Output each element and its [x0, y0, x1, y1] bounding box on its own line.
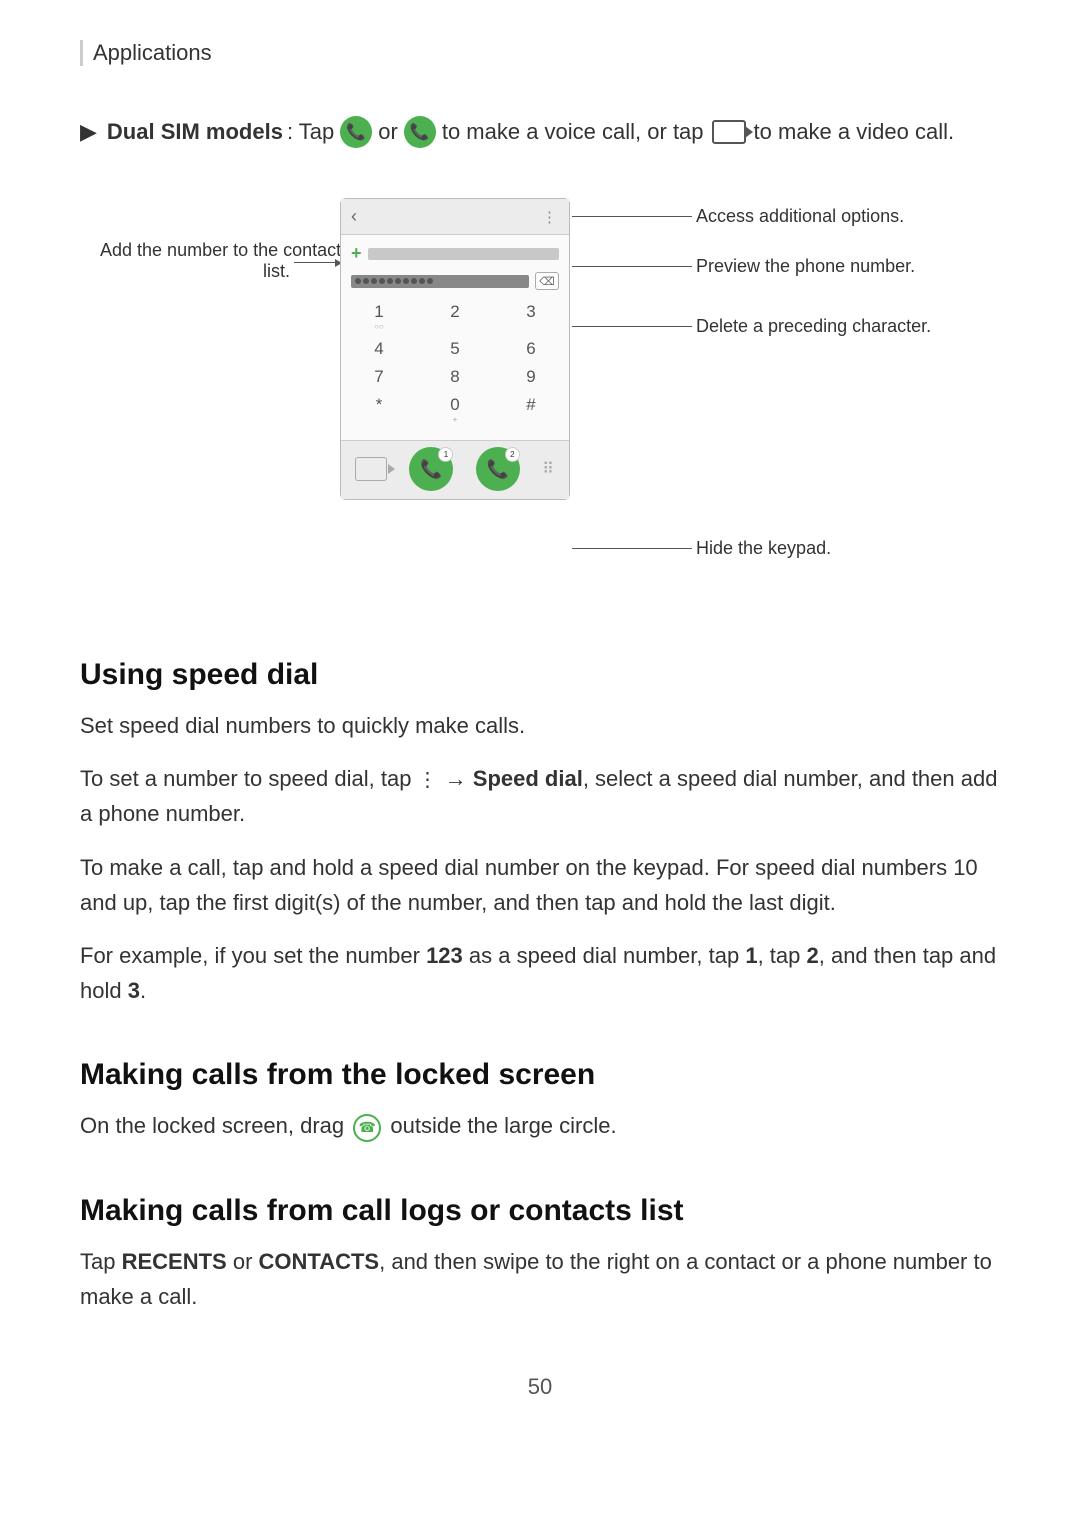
- more-options-icon: ⋮: [542, 208, 559, 226]
- ann-line-hide: [572, 548, 692, 549]
- page-number: 50: [80, 1374, 1000, 1400]
- key-7[interactable]: 7: [351, 367, 407, 387]
- dual-sim-prefix: ▶: [80, 119, 97, 145]
- section-para-speed-dial-1: Set speed dial numbers to quickly make c…: [80, 708, 1000, 743]
- lock-drag-icon: ☎: [353, 1114, 381, 1142]
- section-para-locked: On the locked screen, drag ☎ outside the…: [80, 1108, 1000, 1143]
- video-call-button[interactable]: [355, 457, 387, 481]
- top-label: Applications: [80, 40, 1000, 66]
- dual-sim-bold: Dual SIM models: [107, 119, 283, 145]
- key-6[interactable]: 6: [503, 339, 559, 359]
- digit-dot-7: [403, 278, 409, 284]
- key-9[interactable]: 9: [503, 367, 559, 387]
- annotation-options: Access additional options.: [696, 206, 904, 227]
- add-contact-icon: +: [351, 243, 362, 264]
- video-icon: [712, 120, 746, 144]
- number-display-row: +: [341, 235, 569, 268]
- key-star[interactable]: *: [351, 395, 407, 424]
- ann-line-options: [572, 216, 692, 217]
- keypad-row-3: 7 8 9: [351, 367, 559, 387]
- digit-dot-6: [395, 278, 401, 284]
- input-row: ⌫: [341, 268, 569, 298]
- key-8[interactable]: 8: [427, 367, 483, 387]
- annotation-preview: Preview the phone number.: [696, 256, 915, 277]
- digit-dot-10: [427, 278, 433, 284]
- digit-dot-4: [379, 278, 385, 284]
- video-btn-arrow: [388, 464, 395, 474]
- annotation-add-number: Add the number to the contactslist.: [100, 240, 290, 282]
- entered-digits: [351, 275, 529, 288]
- ann-line-delete: [572, 326, 692, 327]
- call-button-sim1[interactable]: 📞 1: [409, 447, 453, 491]
- call-icon-green-1: 📞: [340, 116, 372, 148]
- phone-top-bar: ‹ ⋮: [341, 199, 569, 235]
- digit-dot-1: [355, 278, 361, 284]
- phone-mockup: ‹ ⋮ +: [340, 198, 570, 500]
- phone-diagram: Add the number to the contactslist. ‹ ⋮ …: [100, 188, 980, 608]
- page: Applications ▶ Dual SIM models : Tap 📞 o…: [0, 0, 1080, 1527]
- key-5[interactable]: 5: [427, 339, 483, 359]
- ann-line-preview: [572, 266, 692, 267]
- phone-bottom-bar: 📞 1 📞 2 ⠿: [341, 440, 569, 499]
- keypad-toggle-icon[interactable]: ⠿: [542, 459, 555, 479]
- keypad-row-4: * 0+ #: [351, 395, 559, 424]
- sim2-badge: 2: [505, 447, 520, 462]
- key-1[interactable]: 1 ○○: [351, 302, 407, 331]
- dual-sim-text2: or: [378, 119, 398, 145]
- digit-dot-3: [371, 278, 377, 284]
- section-title-locked: Making calls from the locked screen: [80, 1058, 1000, 1092]
- number-placeholder-bar: [368, 248, 559, 260]
- call-button-sim2[interactable]: 📞 2: [476, 447, 520, 491]
- dual-sim-text3: to make a voice call, or tap: [442, 119, 704, 145]
- dual-sim-line: ▶ Dual SIM models : Tap 📞 or 📞 to make a…: [80, 116, 1000, 148]
- key-hash[interactable]: #: [503, 395, 559, 424]
- annotation-line-left: [294, 262, 342, 263]
- annotation-add-number-text: Add the number to the contactslist.: [100, 240, 350, 281]
- annotation-hide: Hide the keypad.: [696, 538, 831, 559]
- dual-sim-text4: to make a video call.: [754, 119, 955, 145]
- dual-sim-section: ▶ Dual SIM models : Tap 📞 or 📞 to make a…: [80, 116, 1000, 148]
- section-title-speed-dial: Using speed dial: [80, 658, 1000, 692]
- dual-sim-text1: : Tap: [287, 119, 334, 145]
- call-icon-green-2: 📞: [404, 116, 436, 148]
- section-para-speed-dial-4: For example, if you set the number 123 a…: [80, 938, 1000, 1008]
- digit-dot-9: [419, 278, 425, 284]
- delete-button[interactable]: ⌫: [535, 272, 559, 290]
- key-3[interactable]: 3: [503, 302, 559, 331]
- digit-dot-2: [363, 278, 369, 284]
- sim1-badge: 1: [438, 447, 453, 462]
- section-para-speed-dial-3: To make a call, tap and hold a speed dia…: [80, 850, 1000, 920]
- keypad-row-1: 1 ○○ 2 3: [351, 302, 559, 331]
- keypad-row-2: 4 5 6: [351, 339, 559, 359]
- digit-dot-5: [387, 278, 393, 284]
- back-icon: ‹: [351, 206, 357, 227]
- keypad: 1 ○○ 2 3 4 5 6: [341, 298, 569, 440]
- key-0[interactable]: 0+: [427, 395, 483, 424]
- key-2[interactable]: 2: [427, 302, 483, 331]
- key-4[interactable]: 4: [351, 339, 407, 359]
- annotation-delete: Delete a preceding character.: [696, 316, 931, 337]
- section-title-calllogs: Making calls from call logs or contacts …: [80, 1194, 1000, 1228]
- section-para-calllogs: Tap RECENTS or CONTACTS, and then swipe …: [80, 1244, 1000, 1314]
- section-para-speed-dial-2: To set a number to speed dial, tap ⋮ → S…: [80, 761, 1000, 831]
- digit-dot-8: [411, 278, 417, 284]
